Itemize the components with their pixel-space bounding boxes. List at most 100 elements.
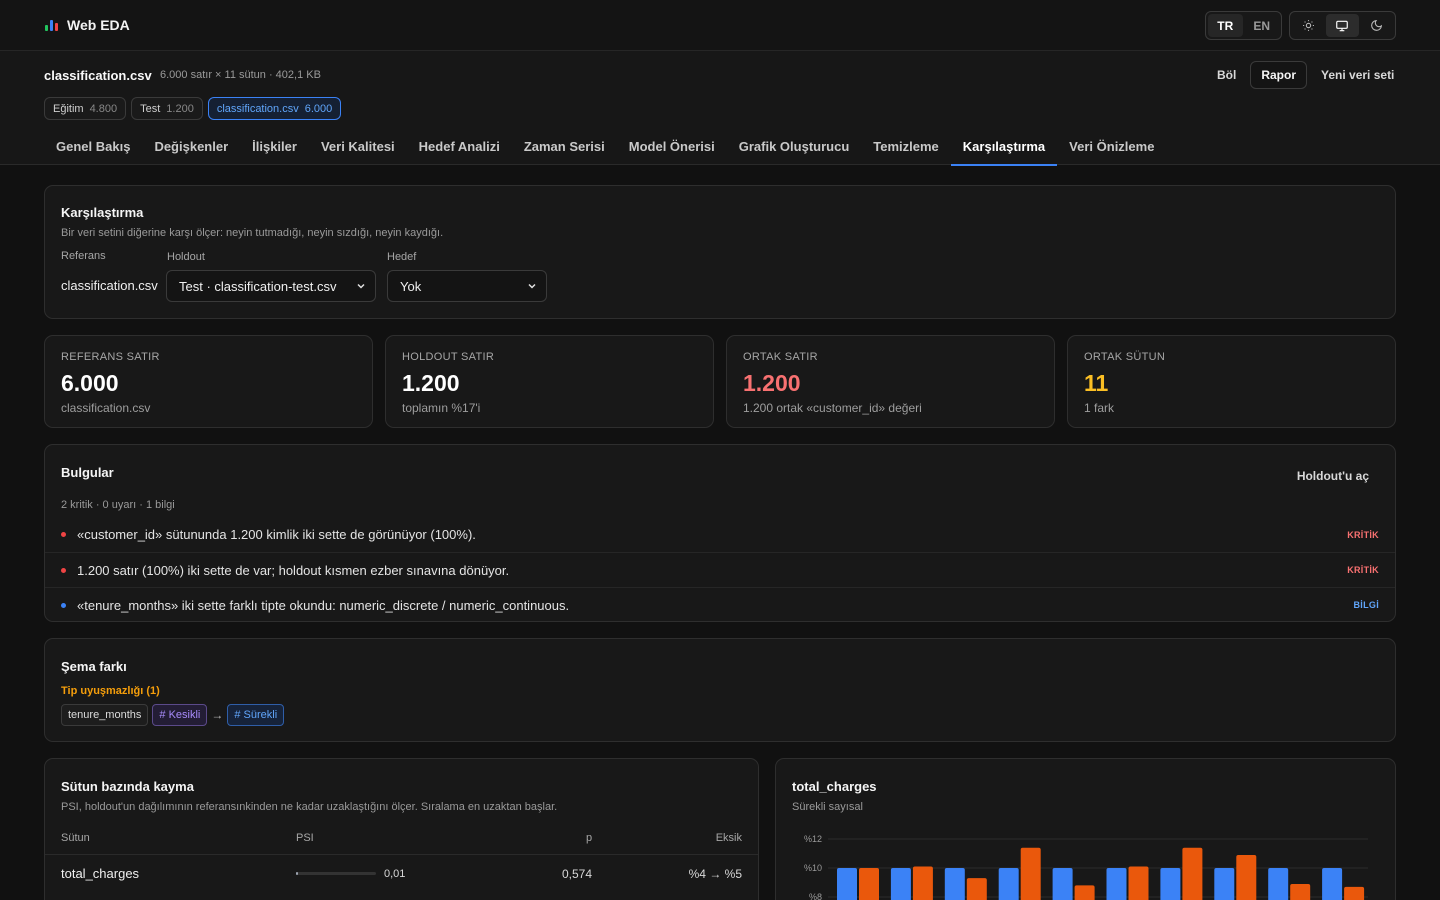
severity-dot-icon — [61, 602, 66, 608]
histogram-bar — [998, 868, 1019, 900]
drift-title: Sütun bazında kayma — [61, 779, 194, 794]
brand[interactable]: Web EDA — [45, 17, 130, 33]
column-header-missing: Eksik — [715, 832, 742, 844]
histogram-bar — [1106, 868, 1127, 900]
stat-sub: 1.200 ortak «customer_id» değeri — [743, 401, 922, 415]
stat-sub: toplamın %17'i — [402, 401, 481, 415]
tab-cleaning[interactable]: Temizleme — [861, 127, 951, 165]
target-label: Hedef — [387, 251, 417, 263]
histogram-bar — [1052, 868, 1073, 900]
dataset-name: classification.csv — [44, 68, 152, 83]
holdout-select[interactable]: Test · classification-test.csv — [166, 270, 376, 302]
severity-dot-icon — [61, 567, 66, 573]
chip-count: 6.000 — [304, 102, 333, 115]
moon-icon — [1371, 19, 1383, 31]
comparison-description: Bir veri setini diğerine karşı ölçer: ne… — [61, 227, 444, 239]
histogram-bar — [837, 868, 857, 900]
y-tick-label: %10 — [804, 863, 822, 873]
split-button[interactable]: Böl — [1209, 61, 1244, 89]
target-select[interactable]: Yok — [387, 270, 547, 302]
finding-row[interactable]: «tenure_months» iki sette farklı tipte o… — [45, 587, 1395, 621]
arrow-right-icon: → — [211, 708, 224, 722]
stat-label: HOLDOUT SATIR — [402, 351, 495, 363]
histogram-bar — [1020, 847, 1041, 900]
stat-value: 1.200 — [402, 370, 460, 396]
histogram-bar — [1074, 885, 1095, 900]
stat-card-holdout-rows: HOLDOUT SATIR 1.200 toplamın %17'i — [385, 335, 714, 428]
tab-data-quality[interactable]: Veri Kalitesi — [309, 127, 407, 165]
finding-row[interactable]: 1.200 satır (100%) iki sette de var; hol… — [45, 552, 1395, 587]
histogram-bar — [1182, 847, 1203, 900]
app-title: Web EDA — [67, 17, 130, 33]
open-holdout-button[interactable]: Holdout'u aç — [1297, 469, 1369, 483]
stat-value: 1.200 — [743, 370, 801, 396]
stat-value: 6.000 — [61, 370, 119, 396]
new-dataset-button[interactable]: Yeni veri seti — [1313, 61, 1402, 89]
stat-label: REFERANS SATIR — [61, 351, 160, 363]
sun-icon — [1302, 20, 1314, 31]
psi-bar-fill — [296, 872, 298, 875]
findings-summary: 2 kritik · 0 uyarı · 1 bilgi — [61, 499, 175, 511]
chip-test[interactable]: Test 1.200 — [131, 97, 203, 120]
cell-psi: 0,01 — [384, 868, 406, 880]
schema-diff-card: Şema farkı Tip uyuşmazlığı (1) tenure_mo… — [44, 638, 1396, 742]
tab-comparison[interactable]: Karşılaştırma — [950, 127, 1058, 166]
histogram-bar — [966, 878, 987, 900]
stat-sub: 1 fark — [1084, 401, 1115, 415]
tab-overview[interactable]: Genel Bakış — [44, 127, 142, 165]
stat-label: ORTAK SATIR — [743, 351, 818, 363]
tab-target-analysis[interactable]: Hedef Analizi — [407, 127, 512, 165]
reference-value: classification.csv — [61, 278, 158, 293]
chip-label: classification.csv — [216, 102, 299, 115]
monitor-icon — [1336, 20, 1349, 31]
chip-full[interactable]: classification.csv 6.000 — [207, 97, 342, 120]
chip-count: 4.800 — [89, 102, 118, 115]
column-header-psi: PSI — [296, 832, 314, 844]
split-chips: Eğitim 4.800 Test 1.200 classification.csv… — [44, 97, 342, 120]
column-drift-card: Sütun bazında kayma PSI, holdout'un dağı… — [44, 758, 759, 900]
histogram-bar — [890, 868, 911, 900]
severity-dot-icon — [61, 532, 66, 537]
bar-chart-icon — [45, 19, 58, 31]
histogram-bar — [1322, 868, 1343, 900]
light-theme-button[interactable] — [1292, 14, 1324, 37]
tab-relations[interactable]: İlişkiler — [240, 127, 309, 165]
report-button[interactable]: Rapor — [1250, 61, 1308, 89]
histogram-bar — [1290, 883, 1311, 900]
chart-title: total_charges — [792, 779, 877, 794]
distribution-chart-card: %12 %10 %8 total_charges Sürekli sayısal — [775, 758, 1396, 900]
tab-time-series[interactable]: Zaman Serisi — [512, 127, 617, 165]
tab-model-suggestion[interactable]: Model Önerisi — [617, 127, 727, 165]
tab-chart-builder[interactable]: Grafik Oluşturucu — [727, 127, 862, 165]
stat-label: ORTAK SÜTUN — [1084, 351, 1166, 363]
histogram-bar — [912, 866, 933, 900]
chevron-down-icon — [528, 283, 536, 289]
from-type-pill: # Kesikli — [152, 704, 208, 726]
dark-theme-button[interactable] — [1361, 14, 1393, 37]
drift-description: PSI, holdout'un dağılımının referansınki… — [61, 801, 558, 813]
histogram-bar — [1268, 868, 1289, 900]
chip-train[interactable]: Eğitim 4.800 — [44, 97, 127, 120]
table-row[interactable]: total_charges 0,01 0,574 %4 → %5 — [45, 854, 758, 890]
to-type-pill: # Sürekli — [227, 704, 285, 726]
tab-variables[interactable]: Değişkenler — [142, 127, 240, 165]
comparison-title: Karşılaştırma — [61, 205, 144, 220]
tab-data-preview[interactable]: Veri Önizleme — [1057, 127, 1166, 165]
finding-row[interactable]: «customer_id» sütununda 1.200 kimlik iki… — [45, 517, 1395, 552]
chip-label: Test — [140, 102, 161, 115]
language-en-button[interactable]: EN — [1245, 14, 1280, 37]
chevron-down-icon — [357, 283, 365, 289]
language-tr-button[interactable]: TR — [1208, 14, 1243, 37]
system-theme-button[interactable] — [1326, 14, 1359, 37]
dataset-header: classification.csv 6.000 satır × 11 sütu… — [0, 51, 1440, 166]
comparison-card: Karşılaştırma Bir veri setini diğerine k… — [44, 185, 1396, 319]
cell-missing: %4 → %5 — [688, 867, 742, 881]
chip-label: Eğitim — [53, 102, 84, 115]
findings-title: Bulgular — [61, 465, 114, 480]
stat-sub: classification.csv — [61, 401, 151, 415]
type-mismatch-row: tenure_months # Kesikli → # Sürekli — [61, 704, 285, 726]
histogram-bar — [1160, 868, 1181, 900]
column-header-column: Sütun — [61, 832, 90, 844]
stat-card-reference-rows: REFERANS SATIR 6.000 classification.csv — [44, 335, 373, 428]
finding-text: 1.200 satır (100%) iki sette de var; hol… — [77, 562, 510, 578]
